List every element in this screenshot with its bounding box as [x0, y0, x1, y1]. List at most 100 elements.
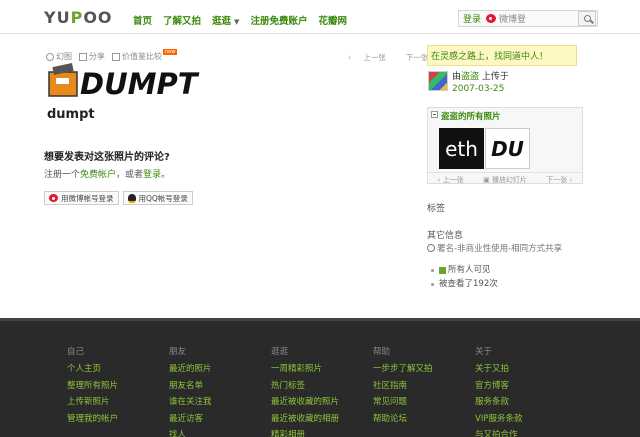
main-nav: 首页 了解又拍 逛逛 ▼ 注册免费账户 花瓣网: [133, 13, 358, 27]
chevron-down-icon: ▼: [234, 18, 240, 26]
nav-explore[interactable]: 逛逛 ▼: [212, 13, 239, 27]
footer-link[interactable]: 服务条款: [475, 394, 577, 411]
prev-photo-label: 上一张: [363, 53, 386, 62]
footer-link[interactable]: 社区指南: [373, 378, 475, 395]
footer-link[interactable]: 帮助论坛: [373, 411, 475, 428]
footer-link[interactable]: 官方博客: [475, 378, 577, 395]
thumbnail[interactable]: DU: [485, 128, 530, 169]
price-icon: [112, 52, 120, 61]
creative-commons-icon: [427, 244, 435, 252]
site-logo[interactable]: YUPOO: [44, 8, 113, 27]
footer-col-about: 关于 关于又拍 官方博客 服务条款 VIP服务条款 与又拍合作: [475, 345, 577, 437]
comment-heading: 想要发表对这张照片的评论?: [44, 152, 170, 163]
comment-login-link[interactable]: 登录: [143, 170, 161, 180]
thumb-prev-label: 上一张: [442, 176, 464, 184]
visibility-icon: [439, 266, 446, 274]
social-login-buttons: 用微博帐号登录 用QQ帐号登录: [44, 191, 197, 205]
visibility-text: 所有人可见: [448, 265, 491, 275]
slideshow-link[interactable]: ▣ 播放幻灯片: [483, 175, 527, 185]
thumbnail-nav: ‹ 上一张 ▣ 播放幻灯片 下一张 ›: [428, 172, 582, 185]
bullet-icon: [431, 268, 434, 272]
register-link[interactable]: 免费帐户: [80, 170, 116, 180]
photo-thumbnails: eth DU: [439, 128, 531, 169]
footer-link[interactable]: 与又拍合作: [475, 427, 577, 437]
nav-huaban[interactable]: 花瓣网: [318, 13, 347, 27]
search-button[interactable]: [578, 11, 596, 26]
footer-link[interactable]: 最近的照片: [169, 361, 271, 378]
weibo-login-label: 微博登: [499, 15, 527, 25]
footer-link[interactable]: 朋友名单: [169, 378, 271, 395]
nav-home[interactable]: 首页: [133, 13, 152, 27]
new-badge: new: [163, 49, 178, 55]
all-photos-panel: 盗盗的所有照片 eth DU ‹ 上一张 ▣ 播放幻灯片 下一张 ›: [427, 107, 583, 184]
thumbnail[interactable]: eth: [439, 128, 484, 169]
qq-icon: [127, 193, 136, 203]
footer-link[interactable]: 谁在关注我: [169, 394, 271, 411]
footer-link[interactable]: 个人主页: [67, 361, 169, 378]
footer-link[interactable]: VIP服务条款: [475, 411, 577, 428]
uploaded-by-prefix: 由: [452, 72, 462, 82]
license-info[interactable]: 署名-非商业性使用-相同方式共享: [427, 242, 562, 254]
footer-link[interactable]: 最近访客: [169, 411, 271, 428]
weibo-login-button[interactable]: 用微博帐号登录: [44, 191, 119, 205]
site-footer: 自己 个人主页 整理所有照片 上传新照片 管理我的帐户 朋友 最近的照片 朋友名…: [0, 318, 640, 437]
login-link[interactable]: 登录: [463, 12, 481, 25]
photo-caption-art: DUMPT: [80, 67, 200, 101]
promo-banner[interactable]: 在灵感之路上，找同道中人！: [427, 45, 577, 66]
footer-link[interactable]: 常见问题: [373, 394, 475, 411]
share-icon: [79, 52, 87, 61]
photo-meta-list: 所有人可见 被查看了192次: [431, 263, 498, 291]
footer-col-help: 帮助 一步步了解又拍 社区指南 常见问题 帮助论坛: [373, 345, 475, 437]
license-text: 署名-非商业性使用-相同方式共享: [437, 244, 563, 254]
main-photo[interactable]: DUMPT: [47, 61, 219, 103]
view-count-row: 被查看了192次: [431, 277, 498, 291]
footer-link[interactable]: 一周精彩照片: [271, 361, 373, 378]
footer-col-explore: 逛逛 一周精彩照片 热门标签 最近被收藏的照片 最近被收藏的相册 精彩相册: [271, 345, 373, 437]
comment-prompt: 注册一个免费帐户，或者登录。: [44, 167, 170, 180]
uploaded-by-suffix: 上传于: [481, 72, 509, 82]
comment-text-mid: ，或者: [116, 170, 144, 180]
nav-about[interactable]: 了解又拍: [163, 13, 201, 27]
avatar[interactable]: [428, 71, 448, 91]
footer-heading: 逛逛: [271, 347, 289, 357]
prev-photo-link[interactable]: ‹ 上一张: [348, 52, 386, 63]
thumb-next-label: 下一张: [546, 176, 568, 184]
footer-heading: 帮助: [373, 347, 391, 357]
footer-link[interactable]: 关于又拍: [475, 361, 577, 378]
footer-heading: 朋友: [169, 347, 187, 357]
footer-link[interactable]: 热门标签: [271, 378, 373, 395]
footer-link[interactable]: 最近被收藏的相册: [271, 411, 373, 428]
comment-text-before: 注册一个: [44, 170, 81, 180]
all-photos-header[interactable]: 盗盗的所有照片: [428, 108, 582, 122]
other-info-label: 其它信息: [427, 231, 464, 241]
slideshow-label: 播放幻灯片: [491, 176, 527, 184]
footer-link[interactable]: 最近被收藏的照片: [271, 394, 373, 411]
thumb-prev-link[interactable]: ‹ 上一张: [438, 175, 464, 185]
footer-link[interactable]: 整理所有照片: [67, 378, 169, 395]
login-box: 登录 微博登: [458, 10, 598, 27]
footer-heading: 关于: [475, 347, 493, 357]
photo-title: dumpt: [47, 107, 95, 122]
nav-register[interactable]: 注册免费账户: [250, 13, 307, 27]
uploader-name-link[interactable]: 盗盗: [461, 72, 479, 82]
qq-login-button[interactable]: 用QQ帐号登录: [122, 191, 193, 205]
footer-link[interactable]: 管理我的帐户: [67, 411, 169, 428]
footer-col-friends: 朋友 最近的照片 朋友名单 谁在关注我 最近访客 找人: [169, 345, 271, 437]
bullet-icon: [431, 282, 434, 286]
nav-explore-label: 逛逛: [212, 16, 232, 27]
footer-link[interactable]: 精彩相册: [271, 427, 373, 437]
footer-link[interactable]: 上传新照片: [67, 394, 169, 411]
uploaded-by-line: 由盗盗 上传于: [452, 71, 509, 83]
tags-label: 标签: [427, 204, 446, 214]
thumb-next-link[interactable]: 下一张 ›: [546, 175, 572, 185]
footer-link[interactable]: 一步步了解又拍: [373, 361, 475, 378]
footer-link[interactable]: 找人: [169, 427, 271, 437]
weibo-login-link[interactable]: 微博登: [486, 12, 526, 25]
zoom-icon: [46, 52, 54, 61]
footer-columns: 自己 个人主页 整理所有照片 上传新照片 管理我的帐户 朋友 最近的照片 朋友名…: [67, 345, 577, 437]
upload-date[interactable]: 2007-03-25: [452, 83, 509, 95]
comment-text-after: 。: [161, 170, 171, 180]
weibo-button-label: 用微博帐号登录: [61, 193, 114, 203]
uploader-info: 由盗盗 上传于 2007-03-25: [428, 71, 509, 95]
site-header: YUPOO 首页 了解又拍 逛逛 ▼ 注册免费账户 花瓣网 登录 微博登: [0, 0, 640, 34]
